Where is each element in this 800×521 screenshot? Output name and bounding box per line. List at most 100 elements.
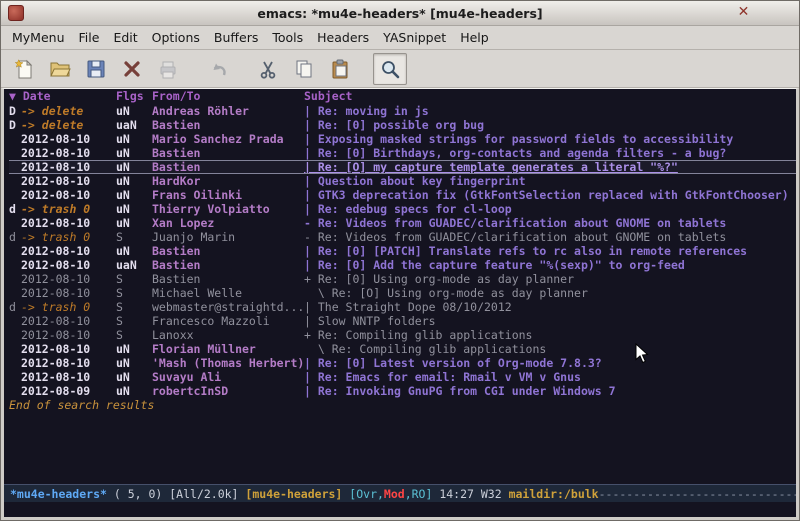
row-from: Andreas Röhler (152, 104, 304, 118)
row-mark (9, 132, 21, 146)
header-row[interactable]: 2012-08-10SLanoxx+ Re: Compiling glib ap… (9, 328, 796, 342)
save-button[interactable] (79, 53, 113, 85)
title-bar[interactable]: emacs: *mu4e-headers* [mu4e-headers] ✕ (1, 1, 799, 26)
modeline-segment: [Ovr, (349, 487, 384, 501)
header-row[interactable]: 2012-08-10uNFlorian Müllner \ Re: Compil… (9, 342, 796, 356)
row-flags: S (116, 272, 152, 286)
row-date: 2012-08-10 (21, 356, 116, 370)
row-date: 2012-08-10 (21, 161, 116, 173)
row-mark (9, 356, 21, 370)
row-from: Bastien (152, 161, 304, 173)
search-icon (379, 58, 401, 80)
paste-button[interactable] (323, 53, 357, 85)
header-rows: D-> deleteuNAndreas Röhler| Re: moving i… (9, 104, 796, 398)
row-date: 2012-08-10 (21, 188, 116, 202)
modeline-segment: ( 5, 0) [All/2.0k] (107, 487, 245, 501)
row-subject: | Re: [0] possible org bug (304, 118, 796, 132)
row-subject: | The Straight Dope 08/10/2012 (304, 300, 796, 314)
row-flags: uN (116, 174, 152, 188)
column-header-from: From/To (152, 89, 304, 104)
mouse-cursor (635, 343, 649, 364)
header-row[interactable]: 2012-08-10SFrancesco Mazzoli| Slow NNTP … (9, 314, 796, 328)
row-date: 2012-08-10 (21, 132, 116, 146)
modeline-segment: 14:27 W32 (432, 487, 508, 501)
menu-item-buffers[interactable]: Buffers (207, 27, 265, 48)
row-subject: | Re: [0] Latest version of Org-mode 7.8… (304, 356, 796, 370)
modeline-segment: Mod (384, 487, 405, 501)
header-row[interactable]: 2012-08-10uNHardKor| Question about key … (9, 174, 796, 188)
header-row[interactable]: 2012-08-10uNMario Sanchez Prada| Exposin… (9, 132, 796, 146)
header-row[interactable]: 2012-08-10SBastien+ Re: [0] Using org-mo… (9, 272, 796, 286)
row-subject: | Re: [0] [PATCH] Translate refs to rc a… (304, 244, 796, 258)
header-row[interactable]: 2012-08-10uNXan Lopez- Re: Videos from G… (9, 216, 796, 230)
close-button[interactable]: ✕ (735, 4, 752, 21)
copy-icon (293, 58, 315, 80)
row-subject: | Re: Invoking GnuPG from CGI under Wind… (304, 384, 796, 398)
menu-item-edit[interactable]: Edit (106, 27, 144, 48)
row-subject: | Re: [0] Add the capture feature "%(sex… (304, 258, 796, 272)
row-mark (9, 328, 21, 342)
row-date: 2012-08-10 (21, 258, 116, 272)
header-row[interactable]: d-> trash 0SJuanjo Marin- Re: Videos fro… (9, 230, 796, 244)
header-row[interactable]: 2012-08-10uN'Mash (Thomas Herbert)| Re: … (9, 356, 796, 370)
header-row[interactable]: 2012-08-10uNBastien| Re: [0] [PATCH] Tra… (9, 244, 796, 258)
row-from: Michael Welle (152, 286, 304, 300)
row-from: Bastien (152, 118, 304, 132)
undo-button[interactable] (201, 53, 235, 85)
header-row[interactable]: 2012-08-10uNFrans Oilinki| GTK3 deprecat… (9, 188, 796, 202)
row-flags: uaN (116, 118, 152, 132)
open-folder-button[interactable] (43, 53, 77, 85)
close-buffer-button[interactable] (115, 53, 149, 85)
print-button[interactable] (151, 53, 185, 85)
header-row[interactable]: d-> trash 0Swebmaster@straightd...| The … (9, 300, 796, 314)
row-flags: uN (116, 161, 152, 173)
row-flags: uN (116, 356, 152, 370)
undo-icon (207, 58, 229, 80)
row-flags: uN (116, 216, 152, 230)
menu-item-yasnippet[interactable]: YASnippet (376, 27, 453, 48)
header-row[interactable]: 2012-08-10uNBastien| Re: [0] Birthdays, … (9, 146, 796, 160)
column-header-date: ▼ Date (9, 89, 116, 104)
header-row[interactable]: 2012-08-10uNSuvayu Ali| Re: Emacs for em… (9, 370, 796, 384)
menu-item-options[interactable]: Options (145, 27, 207, 48)
row-mark: d (9, 202, 21, 216)
row-date: -> trash 0 (21, 202, 116, 216)
header-row[interactable]: d-> trash 0uNThierry Volpiatto| Re: edeb… (9, 202, 796, 216)
window-title: emacs: *mu4e-headers* [mu4e-headers] (1, 6, 799, 21)
cut-button[interactable] (251, 53, 285, 85)
menu-item-tools[interactable]: Tools (265, 27, 310, 48)
modeline-segment: ,RO] (405, 487, 433, 501)
header-row[interactable]: 2012-08-10uNBastien| Re: [O] my capture … (9, 160, 796, 174)
row-flags: uN (116, 384, 152, 398)
row-subject: \ Re: [O] Using org-mode as day planner (304, 286, 796, 300)
search-button[interactable] (373, 53, 407, 85)
row-mark: D (9, 104, 21, 118)
menu-item-help[interactable]: Help (453, 27, 496, 48)
row-mark (9, 370, 21, 384)
row-flags: uN (116, 132, 152, 146)
print-icon (157, 58, 179, 80)
row-subject: | Question about key fingerprint (304, 174, 796, 188)
menu-item-file[interactable]: File (72, 27, 107, 48)
row-from: robertcInSD (152, 384, 304, 398)
copy-button[interactable] (287, 53, 321, 85)
row-subject: | Slow NNTP folders (304, 314, 796, 328)
menu-item-mymenu[interactable]: MyMenu (5, 27, 72, 48)
row-date: 2012-08-09 (21, 384, 116, 398)
row-mark: D (9, 118, 21, 132)
header-row[interactable]: 2012-08-10uaNBastien| Re: [0] Add the ca… (9, 258, 796, 272)
new-file-button[interactable] (7, 53, 41, 85)
header-row[interactable]: D-> deleteuaNBastien| Re: [0] possible o… (9, 118, 796, 132)
end-of-search-results: End of search results (9, 398, 796, 412)
row-mark: d (9, 300, 21, 314)
row-flags: S (116, 300, 152, 314)
header-row[interactable]: 2012-08-10SMichael Welle \ Re: [O] Using… (9, 286, 796, 300)
emacs-app-icon (8, 5, 24, 21)
header-row[interactable]: 2012-08-09uNrobertcInSD| Re: Invoking Gn… (9, 384, 796, 398)
menu-bar: MyMenuFileEditOptionsBuffersToolsHeaders… (1, 26, 799, 50)
mode-line: *mu4e-headers* ( 5, 0) [All/2.0k] [mu4e-… (4, 484, 796, 502)
tool-bar (1, 50, 799, 88)
row-flags: S (116, 328, 152, 342)
header-row[interactable]: D-> deleteuNAndreas Röhler| Re: moving i… (9, 104, 796, 118)
menu-item-headers[interactable]: Headers (310, 27, 376, 48)
